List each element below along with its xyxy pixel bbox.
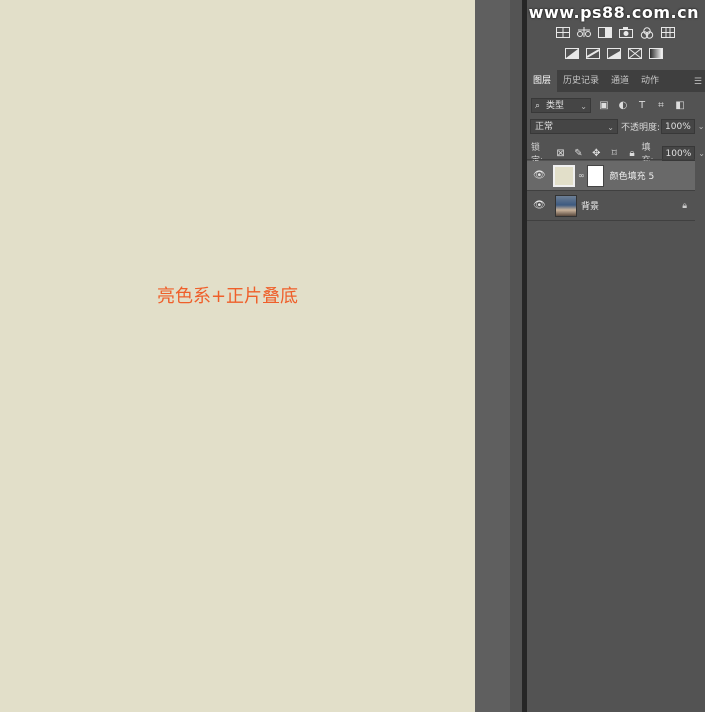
posterize-icon[interactable] bbox=[585, 47, 601, 60]
filter-row: ⌕ 类型 ⌄ ▣ ◐ T ⌗ ◧ bbox=[527, 98, 705, 113]
shape-filter-icon[interactable]: ⌗ bbox=[655, 100, 667, 111]
tab-history[interactable]: 历史记录 bbox=[557, 70, 605, 92]
eye-icon[interactable]: 👁︎ bbox=[533, 200, 547, 211]
adjustment-filter-icon[interactable]: ◐ bbox=[617, 100, 629, 111]
lock-all-icon[interactable]: 🔒︎ bbox=[627, 148, 638, 159]
divider bbox=[527, 220, 695, 221]
lock-move-icon[interactable]: ✥ bbox=[591, 148, 602, 159]
tab-layers[interactable]: 图层 bbox=[527, 70, 558, 92]
selective-color-icon[interactable] bbox=[627, 47, 643, 60]
black-white-icon[interactable] bbox=[597, 26, 613, 39]
layer-thumbnail bbox=[555, 194, 577, 217]
blend-mode-label: 正常 bbox=[535, 122, 554, 132]
smart-object-filter-icon[interactable]: ◧ bbox=[674, 100, 686, 111]
divider bbox=[527, 159, 695, 160]
levels-icon[interactable] bbox=[555, 26, 571, 39]
invert-icon[interactable] bbox=[564, 47, 580, 60]
layer-row[interactable]: 👁︎ 背景 🔒︎ bbox=[527, 191, 695, 220]
blend-row: 正常 ⌄ 不透明度: 100% ⌄ bbox=[527, 119, 705, 134]
canvas-gutter bbox=[475, 0, 510, 712]
balance-icon[interactable] bbox=[576, 26, 592, 39]
layer-name: 颜色填充 5 bbox=[609, 172, 655, 182]
type-filter-icon[interactable]: T bbox=[636, 100, 648, 111]
camera-icon[interactable] bbox=[618, 26, 634, 39]
chevron-down-icon[interactable]: ⌄ bbox=[698, 122, 705, 131]
blend-mode-dropdown[interactable]: 正常 ⌄ bbox=[530, 119, 618, 134]
tab-channels[interactable]: 通道 bbox=[605, 70, 635, 92]
gradient-map-icon[interactable] bbox=[648, 47, 664, 60]
chevron-down-icon: ⌄ bbox=[607, 123, 614, 132]
lock-icon: 🔒︎ bbox=[682, 200, 687, 211]
watermark: www.ps88.com.cn bbox=[528, 3, 699, 22]
canvas-gutter-dark bbox=[510, 0, 522, 712]
lock-artboard-icon[interactable]: ⌑ bbox=[609, 148, 620, 159]
filter-kind-dropdown[interactable]: ⌕ 类型 ⌄ bbox=[531, 98, 591, 113]
layer-name: 背景 bbox=[581, 202, 600, 212]
layer-thumbnail bbox=[553, 164, 575, 187]
layers-panel: www.ps88.com.cn 图层 历史记录 通道 动作 ☰ ⌕ 类型 ⌄ ▣… bbox=[527, 0, 705, 712]
chevron-down-icon[interactable]: ⌄ bbox=[698, 149, 705, 158]
grid-icon[interactable] bbox=[660, 26, 676, 39]
mask-thumbnail[interactable] bbox=[586, 164, 604, 187]
lock-transparent-icon[interactable]: ⊠ bbox=[555, 148, 566, 159]
lock-paint-icon[interactable]: ✎ bbox=[573, 148, 584, 159]
filter-kind-label: 类型 bbox=[546, 101, 565, 111]
threshold-icon[interactable] bbox=[606, 47, 622, 60]
eye-icon[interactable]: 👁︎ bbox=[533, 170, 547, 181]
image-filter-icon[interactable]: ▣ bbox=[598, 100, 610, 111]
canvas-caption: 亮色系+正片叠底 bbox=[156, 286, 299, 307]
search-icon: ⌕ bbox=[535, 101, 541, 111]
opacity-field[interactable]: 100% bbox=[661, 119, 695, 134]
tab-actions[interactable]: 动作 bbox=[635, 70, 665, 92]
adjustment-row-2 bbox=[564, 47, 664, 60]
link-icon[interactable]: ∞ bbox=[578, 171, 585, 180]
panel-tabs: 图层 历史记录 通道 动作 bbox=[527, 70, 705, 92]
layer-row[interactable]: 👁︎ ∞ 颜色填充 5 bbox=[527, 161, 695, 190]
document-canvas[interactable]: 亮色系+正片叠底 bbox=[0, 0, 475, 712]
channel-mixer-icon[interactable] bbox=[639, 26, 655, 39]
adjustment-row-1 bbox=[555, 26, 676, 39]
chevron-down-icon: ⌄ bbox=[580, 102, 587, 111]
opacity-label: 不透明度: bbox=[621, 123, 661, 133]
panel-menu-icon[interactable]: ☰ bbox=[694, 77, 702, 87]
